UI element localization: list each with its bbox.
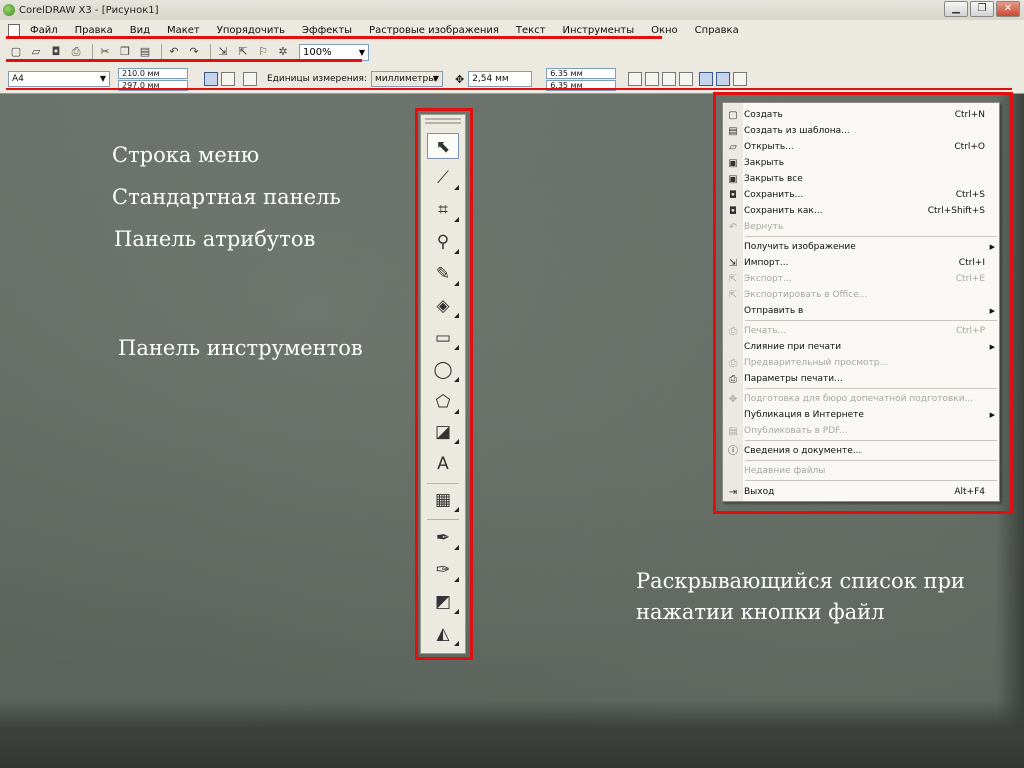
portrait-icon[interactable] xyxy=(204,72,218,86)
menu-edit[interactable]: Правка xyxy=(75,25,113,36)
cut-icon[interactable]: ✂ xyxy=(97,44,113,60)
nudge-distance-field[interactable]: 2,54 мм xyxy=(468,71,533,87)
close-button[interactable]: ✕ xyxy=(996,1,1020,17)
document-icon[interactable] xyxy=(8,23,20,37)
menu-window[interactable]: Окно xyxy=(651,25,678,36)
app-window: CorelDRAW X3 - [Рисунок1] ▁ ❐ ✕ Файл Пра… xyxy=(0,0,1024,94)
toolbar-separator xyxy=(210,44,211,60)
chevron-down-icon: ▼ xyxy=(432,74,439,83)
menu-arrange[interactable]: Упорядочить xyxy=(217,25,285,36)
caption-toolbox: Панель инструментов xyxy=(118,336,363,360)
toolbox-highlight xyxy=(415,108,473,660)
snap-to-objects-icon[interactable] xyxy=(662,72,677,86)
landscape-icon[interactable] xyxy=(221,72,235,86)
paper-size-select[interactable]: A4 ▼ xyxy=(8,71,110,87)
units-select[interactable]: миллиметры ▼ xyxy=(370,71,443,87)
property-bar-underline xyxy=(6,88,1012,90)
paper-size-value: A4 xyxy=(12,74,24,84)
menu-layout[interactable]: Макет xyxy=(167,25,200,36)
duplicate-x-field[interactable]: 6.35 мм xyxy=(546,67,617,79)
copy-icon[interactable]: ❐ xyxy=(117,44,133,60)
caption-menu-bar: Строка меню xyxy=(112,143,260,167)
page-width-field[interactable]: 210.0 мм xyxy=(118,67,188,79)
welcome-screen-icon[interactable]: ✲ xyxy=(275,44,291,60)
caption-standard-bar: Стандартная панель xyxy=(112,185,341,209)
treat-as-filled-icon[interactable] xyxy=(699,72,714,86)
file-menu-highlight xyxy=(713,92,1013,514)
redo-icon[interactable]: ↷ xyxy=(186,44,202,60)
save-icon[interactable]: ◘ xyxy=(48,44,64,60)
chevron-down-icon: ▼ xyxy=(99,74,106,83)
new-icon[interactable]: ▢ xyxy=(8,44,24,60)
standard-toolbar-underline xyxy=(6,59,362,62)
minimize-button[interactable]: ▁ xyxy=(944,1,968,17)
zoom-level-value: 100% xyxy=(303,46,332,58)
toolbar-separator xyxy=(161,44,162,60)
units-label: Единицы измерения: xyxy=(267,74,367,84)
menu-bitmaps[interactable]: Растровые изображения xyxy=(369,25,499,36)
snap-to-guidelines-icon[interactable] xyxy=(645,72,660,86)
coreldraw-logo-icon xyxy=(3,4,15,16)
menu-tools[interactable]: Инструменты xyxy=(563,25,635,36)
menu-text[interactable]: Текст xyxy=(516,25,546,36)
window-title: CorelDRAW X3 - [Рисунок1] xyxy=(19,4,159,16)
caption-attributes-bar: Панель атрибутов xyxy=(114,227,316,251)
nudge-icon: ✥ xyxy=(454,72,465,86)
window-controls: ▁ ❐ ✕ xyxy=(944,1,1020,17)
menu-help[interactable]: Справка xyxy=(695,25,739,36)
caption-dropdown-line1: Раскрывающийся список при xyxy=(636,569,965,593)
snap-to-grid-icon[interactable] xyxy=(628,72,643,86)
menu-view[interactable]: Вид xyxy=(130,25,150,36)
undo-icon[interactable]: ↶ xyxy=(166,44,182,60)
restore-button[interactable]: ❐ xyxy=(970,1,994,17)
dynamic-guides-icon[interactable] xyxy=(679,72,694,86)
menu-effects[interactable]: Эффекты xyxy=(302,25,352,36)
import-icon[interactable]: ⇲ xyxy=(215,44,231,60)
title-bar: CorelDRAW X3 - [Рисунок1] ▁ ❐ ✕ xyxy=(0,0,1024,20)
zoom-level-select[interactable]: 100% ▼ xyxy=(299,43,369,61)
open-icon[interactable]: ▱ xyxy=(28,44,44,60)
menu-bar-underline xyxy=(6,36,662,39)
caption-dropdown-line2: нажатии кнопки файл xyxy=(636,600,885,624)
menu-file[interactable]: Файл xyxy=(30,25,58,36)
torn-paper-edge xyxy=(0,700,1024,768)
all-pages-icon[interactable] xyxy=(243,72,257,86)
options-icon[interactable] xyxy=(733,72,748,86)
draw-in-front-icon[interactable] xyxy=(716,72,731,86)
toolbar-separator xyxy=(92,44,93,60)
print-icon[interactable]: ⎙ xyxy=(68,44,84,60)
export-icon[interactable]: ⇱ xyxy=(235,44,251,60)
chevron-down-icon: ▼ xyxy=(358,47,365,57)
application-launcher-icon[interactable]: ⚐ xyxy=(255,44,271,60)
units-value: миллиметры xyxy=(374,74,436,84)
paste-icon[interactable]: ▤ xyxy=(137,44,153,60)
